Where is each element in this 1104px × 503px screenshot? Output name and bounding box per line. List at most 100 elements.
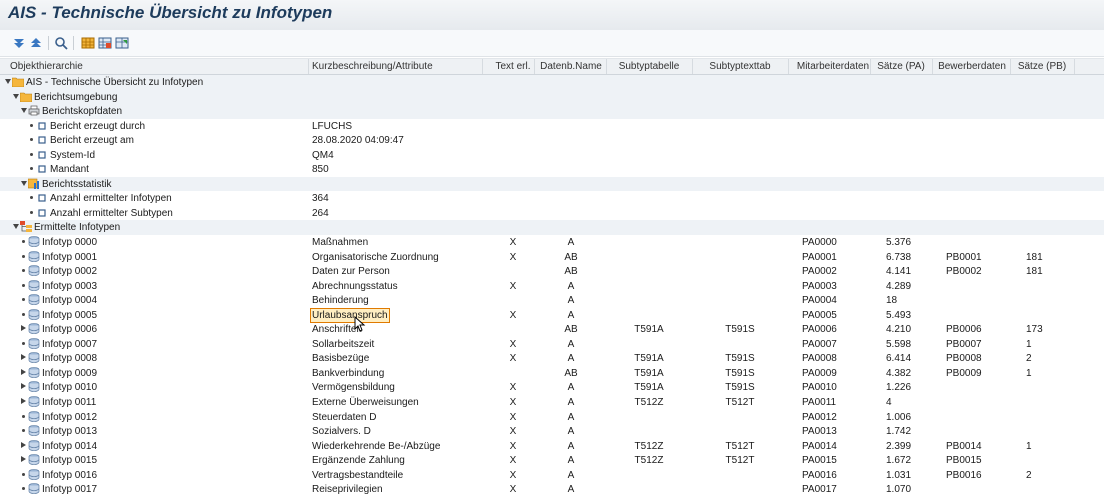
row-label[interactable]: Infotyp 0014	[42, 440, 97, 453]
export-icon[interactable]	[114, 35, 129, 50]
page-title: AIS - Technische Übersicht zu Infotypen	[8, 3, 333, 22]
table-row[interactable]: Infotyp 0012 Steuerdaten D X A PA0012 1.006	[0, 410, 1104, 425]
table-row[interactable]: AIS - Technische Übersicht zu Infotypen	[0, 75, 1104, 90]
column-divider[interactable]	[1010, 59, 1011, 74]
table-row[interactable]: Infotyp 0000 Maßnahmen X A PA0000 5.376	[0, 235, 1104, 250]
row-label[interactable]: Infotyp 0000	[42, 236, 97, 249]
table-row[interactable]: Infotyp 0016 Vertragsbestandteile X A PA0016…	[0, 468, 1104, 483]
column-divider[interactable]	[932, 59, 933, 74]
row-label[interactable]: Infotyp 0012	[42, 411, 97, 424]
collapse-node-icon[interactable]	[13, 224, 19, 230]
table-row[interactable]: Infotyp 0015 Ergänzende Zahlung X A T512Z T51…	[0, 453, 1104, 468]
row-label[interactable]: Infotyp 0011	[42, 396, 96, 409]
row-text-flag: X	[509, 353, 517, 365]
row-subtype-text-table: T591S	[725, 324, 755, 336]
collapse-node-icon[interactable]	[21, 108, 27, 114]
column-header[interactable]: Datenb.Name	[538, 61, 604, 72]
hierarchy-icon[interactable]	[97, 35, 112, 50]
row-label[interactable]: Infotyp 0009	[42, 367, 97, 380]
table-row[interactable]: Infotyp 0009 Bankverbindung AB T591A T591S PA…	[0, 366, 1104, 381]
row-label[interactable]: Anzahl ermittelter Subtypen	[50, 207, 173, 220]
row-label[interactable]: Infotyp 0006	[42, 323, 97, 336]
collapse-node-icon[interactable]	[21, 180, 27, 186]
table-row[interactable]: Anzahl ermittelter Subtypen 264	[0, 206, 1104, 221]
column-header[interactable]: Sätze (PA)	[872, 61, 930, 72]
table-row[interactable]: Infotyp 0013 Sozialvers. D X A PA0013 1.742	[0, 424, 1104, 439]
layout-icon[interactable]	[80, 35, 95, 50]
row-description[interactable]: Urlaubsanspruch	[310, 307, 390, 323]
table-row[interactable]: Bericht erzeugt durch LFUCHS	[0, 119, 1104, 134]
table-row[interactable]: Infotyp 0004 Behinderung A PA0004 18	[0, 293, 1104, 308]
column-divider[interactable]	[308, 59, 309, 74]
row-label[interactable]: Anzahl ermittelter Infotypen	[50, 192, 172, 205]
column-divider[interactable]	[692, 59, 693, 74]
table-row[interactable]: Infotyp 0017 Reiseprivilegien X A PA0017 1.07…	[0, 482, 1104, 497]
collapse-node-icon[interactable]	[5, 79, 11, 84]
row-label[interactable]: Infotyp 0017	[42, 483, 97, 496]
expand-node-icon[interactable]	[21, 383, 26, 390]
table-row[interactable]: Anzahl ermittelter Infotypen 364	[0, 191, 1104, 206]
row-label[interactable]: Infotyp 0013	[42, 425, 97, 438]
expand-all-icon[interactable]	[11, 35, 26, 50]
expand-node-icon[interactable]	[21, 325, 26, 332]
column-header[interactable]: Bewerberdaten	[934, 61, 1010, 72]
table-row[interactable]: Bericht erzeugt am 28.08.2020 04:09:47	[0, 133, 1104, 148]
column-header[interactable]: Subtyptabelle	[612, 61, 686, 72]
row-db-name: A	[567, 237, 575, 249]
expand-node-icon[interactable]	[21, 368, 26, 375]
row-label[interactable]: Mandant	[50, 163, 89, 176]
row-label[interactable]: Infotyp 0010	[42, 381, 97, 394]
table-row[interactable]: Infotyp 0005 Urlaubsanspruch X A PA0005 5.493	[0, 307, 1104, 323]
row-label[interactable]: Infotyp 0005	[42, 309, 97, 322]
column-divider[interactable]	[482, 59, 483, 74]
column-divider[interactable]	[534, 59, 535, 74]
table-row[interactable]: Mandant 850	[0, 162, 1104, 177]
row-label[interactable]: Infotyp 0007	[42, 338, 97, 351]
row-label[interactable]: Infotyp 0015	[42, 454, 97, 467]
row-label[interactable]: Ermittelte Infotypen	[34, 221, 120, 234]
column-divider[interactable]	[788, 59, 789, 74]
table-row[interactable]: Infotyp 0007 Sollarbeitszeit X A PA0007 5.598…	[0, 337, 1104, 352]
collapse-all-icon[interactable]	[28, 35, 43, 50]
column-header[interactable]: Mitarbeiterdaten	[790, 61, 876, 72]
column-divider[interactable]	[1074, 59, 1075, 74]
details-icon[interactable]	[53, 35, 68, 50]
column-divider[interactable]	[606, 59, 607, 74]
row-label[interactable]: Infotyp 0004	[42, 294, 97, 307]
table-row[interactable]: System-Id QM4	[0, 148, 1104, 163]
row-label[interactable]: Berichtsumgebung	[34, 91, 117, 104]
table-row[interactable]: Infotyp 0003 Abrechnungsstatus X A PA0003 4.2…	[0, 279, 1104, 294]
table-row[interactable]: Berichtsstatistik	[0, 176, 1104, 192]
row-label[interactable]: Berichtsstatistik	[42, 178, 111, 191]
table-row[interactable]: Infotyp 0001 Organisatorische Zuordnung X A…	[0, 250, 1104, 265]
table-row[interactable]: Infotyp 0008 Basisbezüge X A T591A T591S PA000…	[0, 351, 1104, 366]
row-label[interactable]: System-Id	[50, 149, 95, 162]
row-label[interactable]: Bericht erzeugt am	[50, 134, 134, 147]
expand-node-icon[interactable]	[21, 456, 26, 463]
column-header[interactable]: Sätze (PB)	[1012, 61, 1072, 72]
row-label[interactable]: Berichtskopfdaten	[42, 105, 122, 118]
table-row[interactable]: Ermittelte Infotypen	[0, 220, 1104, 236]
row-label[interactable]: Bericht erzeugt durch	[50, 120, 145, 133]
table-row[interactable]: Infotyp 0006 Anschriften AB T591A T591S PA000…	[0, 322, 1104, 337]
row-label[interactable]: Infotyp 0008	[42, 352, 97, 365]
column-divider[interactable]	[870, 59, 871, 74]
expand-node-icon[interactable]	[21, 354, 26, 361]
row-label[interactable]: Infotyp 0001	[42, 251, 97, 264]
column-header[interactable]: Objekthierarchie	[10, 61, 83, 72]
row-label[interactable]: Infotyp 0002	[42, 265, 97, 278]
table-row[interactable]: Infotyp 0011 Externe Überweisungen X A T512Z…	[0, 395, 1104, 410]
column-header[interactable]: Subtyptexttab	[700, 61, 780, 72]
expand-node-icon[interactable]	[21, 441, 26, 448]
row-label[interactable]: AIS - Technische Übersicht zu Infotypen	[26, 76, 203, 89]
column-header[interactable]: Kurzbeschreibung/Attribute	[312, 61, 433, 72]
expand-node-icon[interactable]	[21, 398, 26, 405]
table-row[interactable]: Berichtskopfdaten	[0, 104, 1104, 119]
table-row[interactable]: Infotyp 0014 Wiederkehrende Be-/Abzüge X A T…	[0, 439, 1104, 454]
collapse-node-icon[interactable]	[13, 93, 19, 99]
row-label[interactable]: Infotyp 0003	[42, 280, 97, 293]
table-row[interactable]: Berichtsumgebung	[0, 89, 1104, 105]
table-row[interactable]: Infotyp 0002 Daten zur Person AB PA0002 4.14…	[0, 264, 1104, 279]
row-label[interactable]: Infotyp 0016	[42, 469, 97, 482]
table-row[interactable]: Infotyp 0010 Vermögensbildung X A T591A T591S…	[0, 380, 1104, 395]
